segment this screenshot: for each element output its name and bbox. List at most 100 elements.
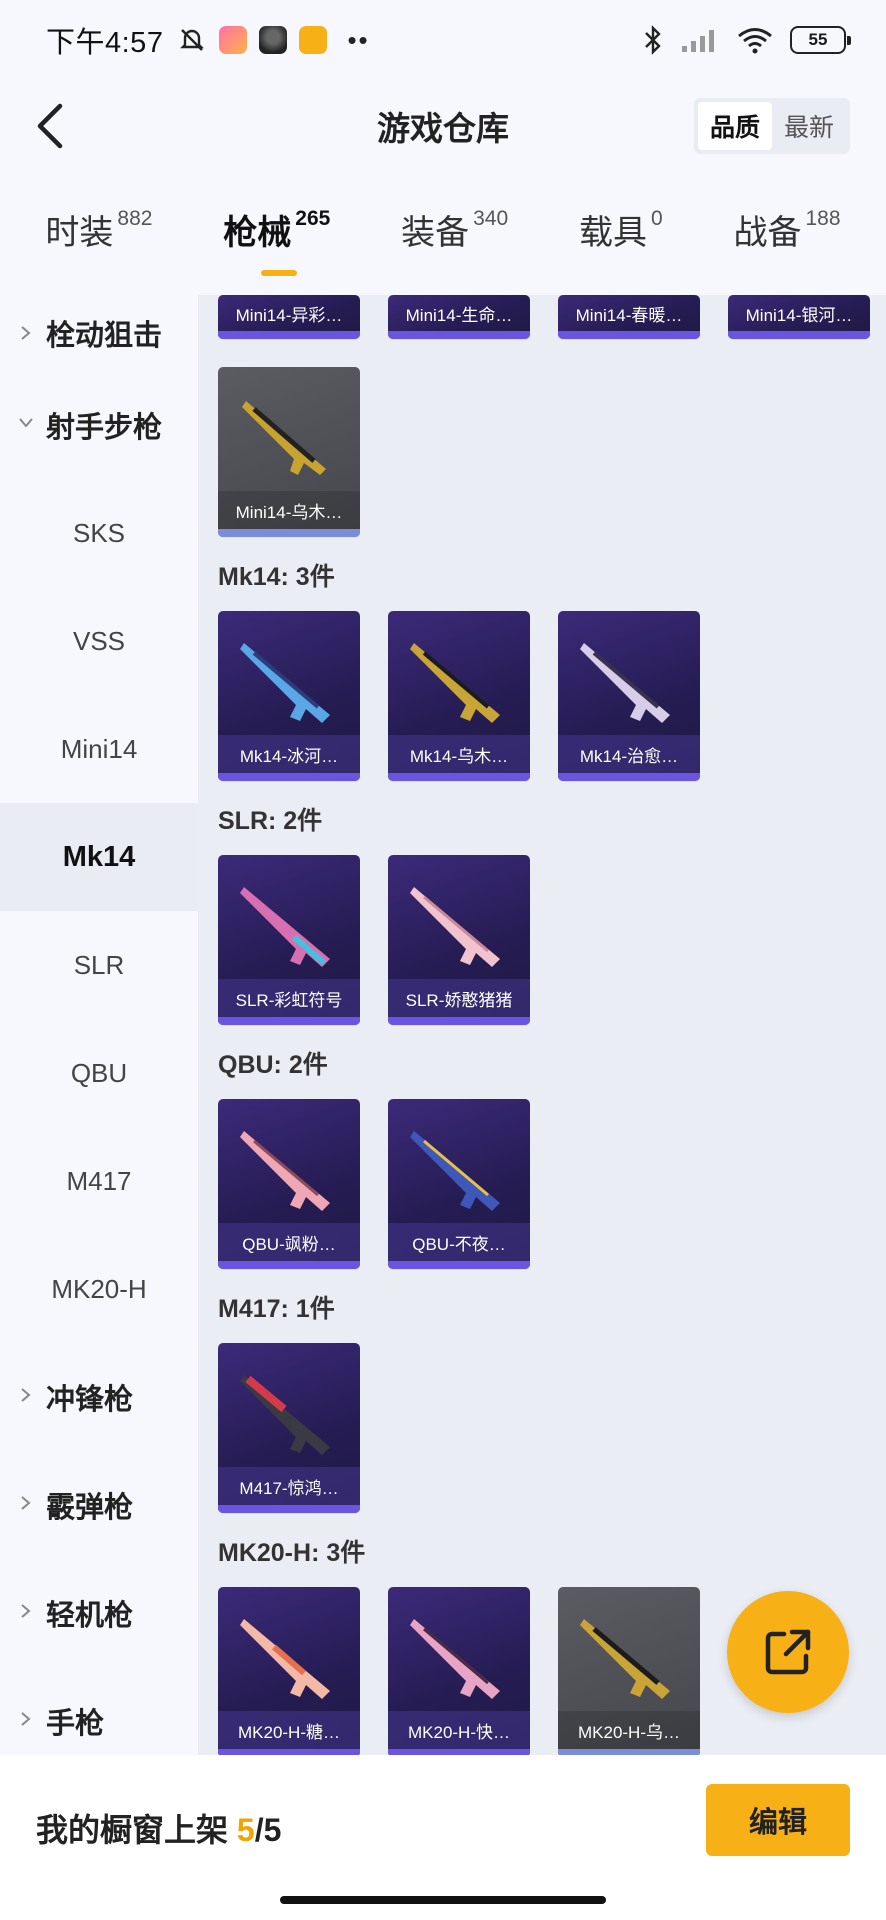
sidebar-item-mini14[interactable]: Mini14 [0, 695, 198, 803]
rifle-icon [580, 643, 670, 723]
sidebar-group-bolt-sniper[interactable]: 栓动狙击 [0, 295, 198, 371]
rifle-icon [410, 643, 500, 723]
share-button[interactable] [727, 1591, 849, 1713]
rifle-icon [240, 643, 330, 723]
signal-icon [682, 30, 714, 52]
weapon-card[interactable]: MK20-H-快… [388, 1587, 530, 1755]
weapon-card-label: Mini14-生命… [405, 305, 513, 325]
weapon-card-label: Mk14-冰河… [218, 735, 360, 773]
sidebar-item-mk14[interactable]: Mk14 [0, 803, 198, 911]
weapon-card-label: SLR-娇憨猪猪 [388, 979, 530, 1017]
weapon-card[interactable]: SLR-彩虹符号 [218, 855, 360, 1025]
sidebar-group-smg[interactable]: 冲锋枪 [0, 1343, 198, 1451]
sidebar-group-marksman[interactable]: 射手步枪 [0, 371, 198, 479]
chevron-right-icon [21, 1496, 31, 1510]
more-dots-icon: •• [347, 24, 370, 55]
weapon-type-sidebar: 栓动狙击 射手步枪 SKS VSS Mini14 Mk14 SLR QBU M4… [0, 295, 198, 1755]
header: 游戏仓库 品质 最新 [0, 80, 886, 172]
weapon-card-label: MK20-H-糖… [218, 1711, 360, 1749]
tab-count: 188 [805, 207, 841, 230]
status-right-icons: 55 [642, 24, 851, 56]
sidebar-group-shotgun[interactable]: 霰弹枪 [0, 1451, 198, 1559]
rifle-icon [240, 1131, 330, 1211]
sort-latest-button[interactable]: 最新 [772, 102, 846, 150]
section-title-slr: SLR: 2件 [218, 807, 323, 835]
weapon-card[interactable]: M417-惊鸿… [218, 1343, 360, 1513]
weapon-card-label: Mini14-异彩… [235, 305, 343, 325]
rarity-bar [388, 331, 530, 339]
sidebar-group-label: 手枪 [46, 1708, 105, 1740]
weapon-card[interactable]: Mini14-春暖… [558, 295, 700, 339]
weapon-card[interactable]: Mk14-乌木… [388, 611, 530, 781]
weapon-card-label: Mini14-银河… [745, 305, 853, 325]
showcase-label: 我的橱窗上架 [36, 1812, 229, 1848]
note-app-icon [299, 26, 328, 54]
tab-weapons[interactable]: 枪械 265 [223, 205, 330, 285]
home-indicator[interactable] [280, 1896, 606, 1904]
section-title-mk14: Mk14: 3件 [218, 563, 335, 591]
sidebar-group-label: 轻机枪 [46, 1600, 134, 1632]
sidebar-item-mk20h[interactable]: MK20-H [0, 1235, 198, 1343]
tab-supplies[interactable]: 战备 188 [733, 205, 840, 285]
weapon-card[interactable]: Mini14-乌木… [218, 367, 360, 537]
weapon-card[interactable]: Mini14-生命… [388, 295, 530, 339]
category-tabs: 时装 882 枪械 265 装备 340 载具 0 战备 188 [0, 205, 886, 295]
chevron-right-icon [21, 326, 31, 340]
weapon-card-label: MK20-H-快… [388, 1711, 530, 1749]
rifle-icon [580, 1619, 670, 1699]
sidebar-item-vss[interactable]: VSS [0, 587, 198, 695]
section-title-mk20h: MK20-H: 3件 [218, 1539, 366, 1567]
rarity-bar [388, 1261, 530, 1269]
weapon-grid: Mini14-异彩… Mini14-生命… Mini14-春暖… Mini14-… [198, 295, 886, 1755]
tab-count: 340 [473, 207, 509, 230]
weapon-card[interactable]: SLR-娇憨猪猪 [388, 855, 530, 1025]
weapon-card-label: SLR-彩虹符号 [218, 979, 360, 1017]
rifle-icon [410, 887, 500, 967]
tab-count: 882 [117, 207, 153, 230]
tab-equipment[interactable]: 装备 340 [401, 205, 508, 285]
rarity-bar [218, 529, 360, 537]
edit-button[interactable]: 编辑 [706, 1784, 850, 1856]
weapon-card[interactable]: Mk14-治愈… [558, 611, 700, 781]
rarity-bar [218, 331, 360, 339]
tab-vehicles[interactable]: 载具 0 [579, 205, 663, 285]
weapon-card[interactable]: MK20-H-乌… [558, 1587, 700, 1755]
rarity-bar [558, 773, 700, 781]
rarity-bar [218, 773, 360, 781]
wifi-icon [738, 28, 772, 54]
weapon-card[interactable]: MK20-H-糖… [218, 1587, 360, 1755]
sidebar-item-slr[interactable]: SLR [0, 911, 198, 1019]
sidebar-group-label: 栓动狙击 [46, 320, 163, 352]
sort-quality-button[interactable]: 品质 [697, 102, 772, 150]
weapon-card[interactable]: QBU-飒粉… [218, 1099, 360, 1269]
weapon-card-label: MK20-H-乌… [558, 1711, 700, 1749]
section-title-qbu: QBU: 2件 [218, 1051, 328, 1079]
mute-bell-icon [180, 29, 205, 51]
showcase-total: /5 [254, 1812, 282, 1848]
weapon-card-label: M417-惊鸿… [218, 1467, 360, 1505]
sidebar-item-m417[interactable]: M417 [0, 1127, 198, 1235]
section-title-m417: M417: 1件 [218, 1295, 335, 1323]
bluetooth-icon [645, 25, 661, 55]
weapon-card[interactable]: Mini14-银河… [728, 295, 870, 339]
weapon-card-label: Mini14-春暖… [575, 305, 683, 325]
rarity-bar [558, 331, 700, 339]
sidebar-item-qbu[interactable]: QBU [0, 1019, 198, 1127]
rifle-icon [240, 1375, 330, 1455]
tab-outfit[interactable]: 时装 882 [45, 205, 152, 285]
weapon-card[interactable]: Mini14-异彩… [218, 295, 360, 339]
weapon-card[interactable]: Mk14-冰河… [218, 611, 360, 781]
chevron-right-icon [21, 1712, 31, 1726]
tab-count: 265 [295, 207, 331, 230]
sidebar-item-sks[interactable]: SKS [0, 479, 198, 587]
rifle-icon [240, 887, 330, 967]
showcase-status: 我的橱窗上架 5/5 [36, 1805, 281, 1851]
sidebar-group-lmg[interactable]: 轻机枪 [0, 1559, 198, 1667]
tab-label: 时装 [45, 214, 114, 252]
avatar-app-icon [259, 26, 288, 54]
sidebar-group-pistol[interactable]: 手枪 [0, 1667, 198, 1755]
weapon-card[interactable]: QBU-不夜… [388, 1099, 530, 1269]
rarity-bar [388, 1017, 530, 1025]
sidebar-group-label: 霰弹枪 [46, 1492, 134, 1524]
weapon-card-label: Mini14-乌木… [218, 491, 360, 529]
